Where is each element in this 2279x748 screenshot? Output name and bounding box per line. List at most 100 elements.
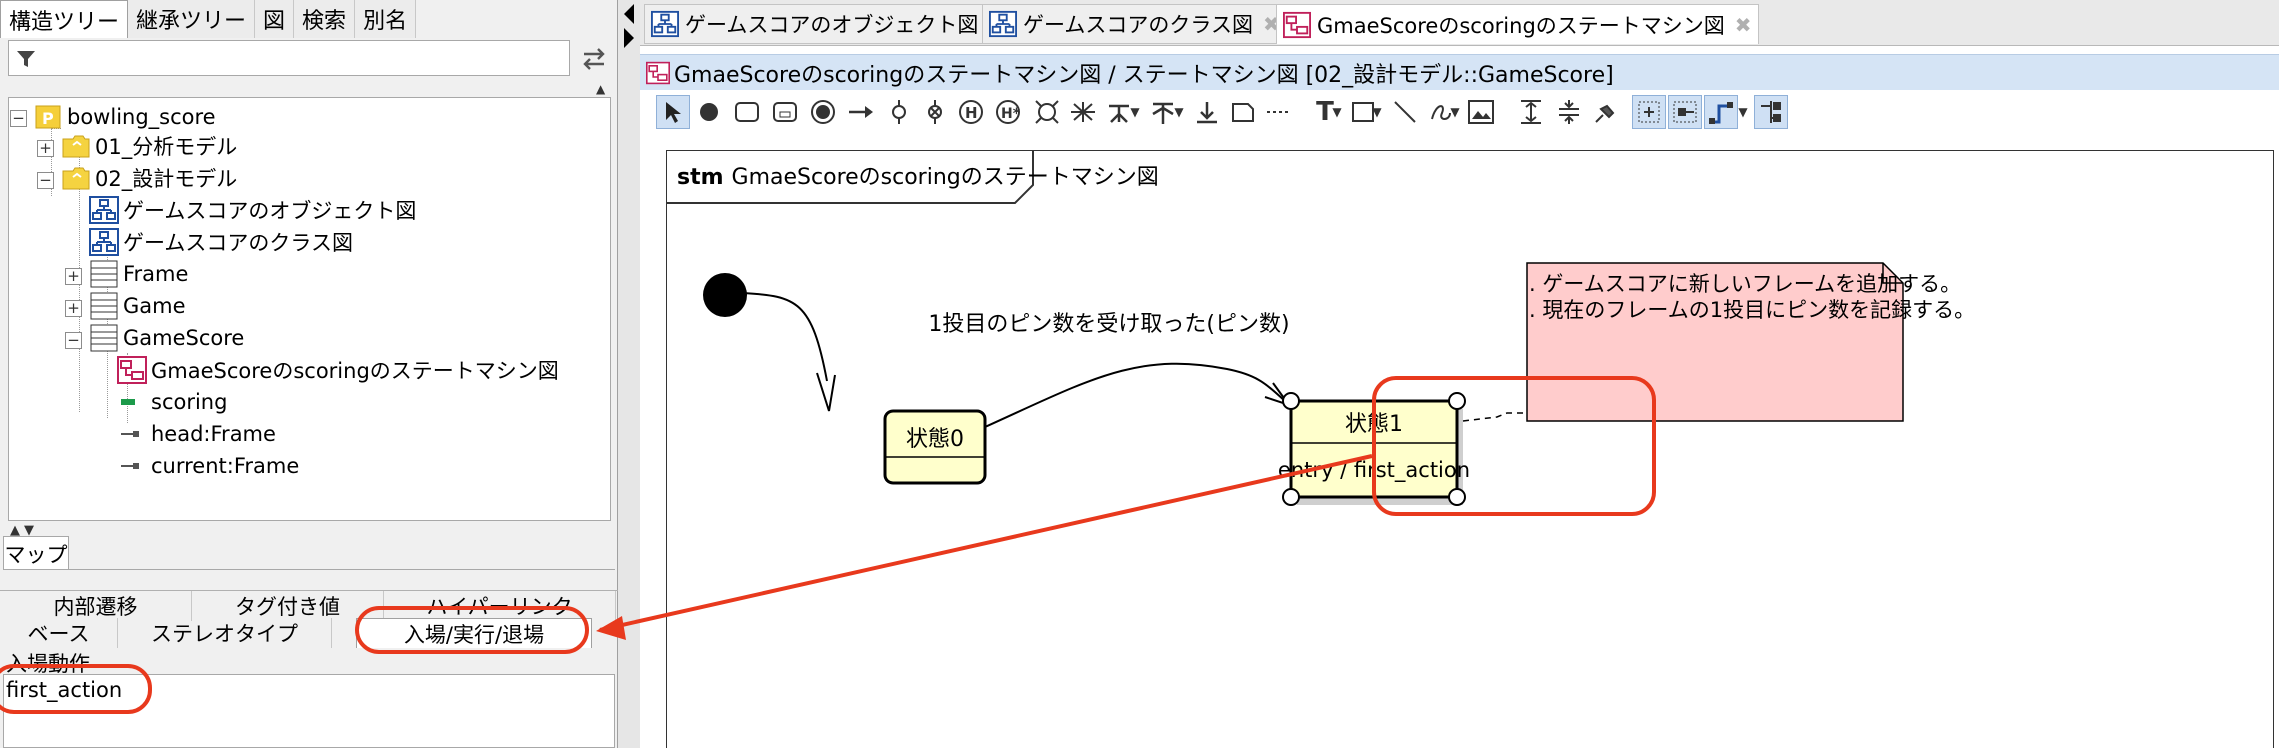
tree-node-scoring[interactable]: scoring [117,387,227,417]
dropdown-arrow-icon[interactable]: ▼ [1370,95,1384,129]
attribute-icon [121,431,139,437]
resize-handle[interactable] [1282,488,1300,506]
terminate-icon[interactable] [918,95,952,129]
state-icon[interactable] [730,95,764,129]
tree-node-class-diagram[interactable]: ゲームスコアのクラス図 [89,227,353,257]
tree-node-head[interactable]: head:Frame [117,419,276,449]
filter-input[interactable] [8,40,570,76]
tree-label-root: bowling_score [67,105,216,129]
tab-stereotype[interactable]: ステレオタイプ [118,618,332,648]
tree-node-root[interactable]: P bowling_score [33,102,216,132]
initial-state[interactable] [703,273,747,317]
filter-icon [17,51,35,67]
pin-icon[interactable] [1588,95,1622,129]
tree-node-analysis-model[interactable]: 01_分析モデル [61,131,237,161]
package-icon [62,135,90,158]
filter-row [8,40,608,78]
package-icon [62,167,90,190]
initial-transition[interactable] [742,292,828,382]
submachine-state-icon[interactable] [768,95,802,129]
line-icon[interactable] [1388,95,1422,129]
image-icon[interactable] [1464,95,1498,129]
dropdown-arrow-icon[interactable]: ▼ [1172,95,1186,129]
tree-node-design-model[interactable]: 02_設計モデル [61,163,237,193]
root-toggle-minus[interactable]: − [10,110,27,127]
transition-icon[interactable] [844,95,878,129]
receive-signal-icon[interactable] [1190,95,1224,129]
tree-label-object-diagram: ゲームスコアのオブジェクト図 [123,199,417,223]
note-line-1: . ゲームスコアに新しいフレームを追加する。 [1529,272,1961,296]
tab-object-diagram[interactable]: ゲームスコアのオブジェクト図 ✖ [644,4,1013,44]
tab-class-diagram-label: ゲームスコアのクラス図 [1023,13,1253,37]
resize-handle[interactable] [1282,392,1300,410]
class-diagram-icon [89,228,119,256]
tree-node-frame[interactable]: Frame [89,259,188,289]
tree-node-object-diagram[interactable]: ゲームスコアのオブジェクト図 [89,195,416,225]
panel-divider[interactable] [618,0,640,748]
sync-icon[interactable] [580,44,608,74]
tab-inheritance-tree[interactable]: 継承ツリー [128,0,256,38]
select-tool-icon[interactable] [656,95,690,129]
tree-label-analysis-model: 01_分析モデル [95,135,238,159]
tree-node-current[interactable]: current:Frame [117,451,299,481]
tree-label-frame: Frame [123,262,189,286]
frame-keyword: stm [677,165,724,190]
tree-node-gamescore[interactable]: GameScore [89,323,244,353]
note-line-2: . 現在のフレームの1投目にピン数を記録する。 [1529,298,1975,322]
transition-0-1[interactable] [984,362,1286,428]
deep-history-icon[interactable]: H* [992,95,1026,129]
transition-label[interactable]: 1投目のピン数を受け取った(ピン数) [928,312,1289,337]
tree-scroll-up-icon[interactable]: ▲ [596,82,605,96]
final-state-icon[interactable] [806,95,840,129]
collapse-left-icon[interactable] [624,4,634,24]
class-icon [90,292,118,320]
tab-tagged-values[interactable]: タグ付き値 [192,591,384,621]
expand-right-icon[interactable] [624,28,634,48]
line-style-icon[interactable] [1704,95,1738,129]
shallow-history-icon[interactable]: H [954,95,988,129]
note-icon[interactable] [1226,95,1260,129]
vertical-space-icon[interactable] [1514,95,1548,129]
tab-diagram[interactable]: 図 [255,0,295,38]
object-diagram-icon [651,10,679,38]
toggle-analysis-model[interactable]: + [37,140,54,157]
toggle-game[interactable]: + [65,300,82,317]
dropdown-arrow-icon[interactable]: ▼ [1448,95,1462,129]
tab-search[interactable]: 検索 [294,0,356,38]
tab-alias[interactable]: 別名 [355,0,417,38]
tab-statemachine-diagram[interactable]: GmaeScoreのscoringのステートマシン図 ✖ [1276,4,1759,44]
dropdown-arrow-icon[interactable]: ▼ [1736,95,1750,129]
toggle-design-model[interactable]: − [37,172,54,189]
tree-node-game[interactable]: Game [89,291,186,321]
highlight-entry-value [0,664,152,714]
horizontal-space-icon[interactable] [1552,95,1586,129]
tab-structure-tree[interactable]: 構造ツリー [0,0,129,38]
tab-map[interactable]: マップ [3,536,69,570]
state-0[interactable]: 状態0 [883,409,987,485]
dropdown-arrow-icon[interactable]: ▼ [1128,95,1142,129]
note-anchor-icon[interactable] [1262,95,1296,129]
layout-icon[interactable] [1754,95,1788,129]
entry-point-icon[interactable] [1030,95,1064,129]
frame-name: GmaeScoreのscoringのステートマシン図 [732,165,1159,190]
map-area [3,569,615,589]
attribute-icon [121,463,139,469]
grid-snap-icon[interactable] [1632,95,1666,129]
tree-node-statemachine[interactable]: GmaeScoreのscoringのステートマシン図 [117,355,559,385]
tab-class-diagram[interactable]: ゲームスコアのクラス図 ✖ [982,4,1287,44]
fork-icon[interactable] [1066,95,1100,129]
statemachine-diagram-icon [1283,11,1311,38]
tab-internal-transition[interactable]: 内部遷移 [0,591,192,621]
junction-icon[interactable] [882,95,916,129]
statemachine-diagram-icon [646,61,670,84]
highlight-state-1 [1372,376,1656,516]
svg-text:H: H [965,104,978,122]
tree-label-gamescore: GameScore [123,326,245,350]
align-icon[interactable] [1668,95,1702,129]
toggle-gamescore[interactable]: − [65,332,82,349]
initial-state-icon[interactable] [692,95,726,129]
close-icon[interactable]: ✖ [1735,13,1752,37]
toggle-frame[interactable]: + [65,268,82,285]
tab-base[interactable]: ベース [0,618,118,648]
dropdown-arrow-icon[interactable]: ▼ [1330,95,1344,129]
